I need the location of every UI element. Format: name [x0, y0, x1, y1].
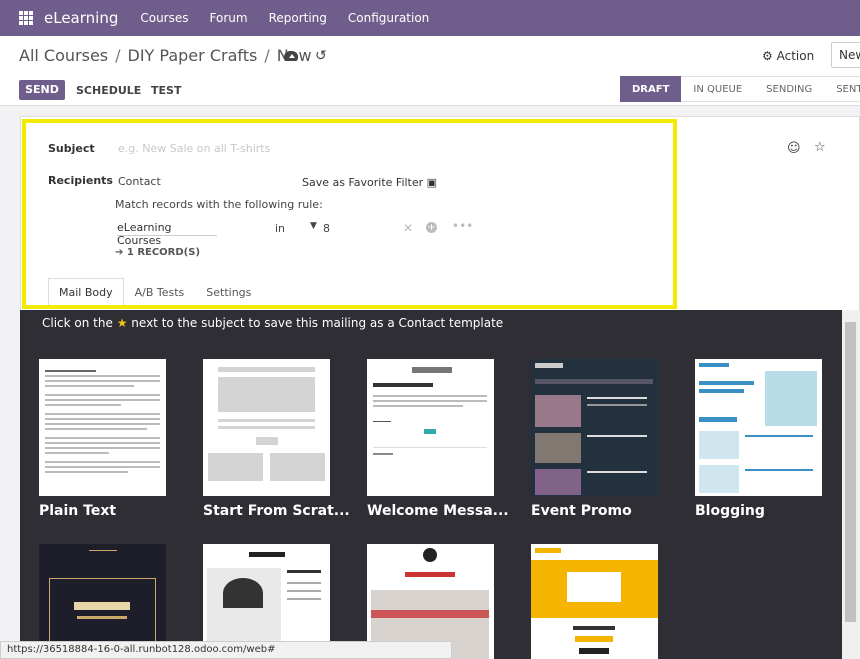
- template-event-promo[interactable]: [531, 359, 658, 496]
- hint-text-before: Click on the: [42, 316, 113, 330]
- template-plain-text[interactable]: [39, 359, 166, 496]
- hint-text-after: next to the subject to save this mailing…: [131, 316, 504, 330]
- template-welcome-message[interactable]: [367, 359, 494, 496]
- schedule-button[interactable]: SCHEDULE: [76, 84, 141, 97]
- gear-icon: ⚙: [762, 49, 773, 63]
- template-start-from-scratch[interactable]: [203, 359, 330, 496]
- breadcrumb-separator: /: [115, 46, 121, 65]
- scrollbar-thumb[interactable]: [845, 322, 856, 622]
- record-actions: ↺: [284, 49, 327, 63]
- template-name: Plain Text: [39, 503, 117, 519]
- template-name: Start From Scrat...: [203, 503, 350, 519]
- breadcrumb: All Courses / DIY Paper Crafts / New: [19, 46, 312, 65]
- template-hint: Click on the ★ next to the subject to sa…: [42, 316, 503, 330]
- test-button[interactable]: TEST: [151, 84, 181, 97]
- stage-draft[interactable]: DRAFT: [620, 76, 682, 102]
- template-sale[interactable]: [531, 544, 658, 659]
- stage-in-queue[interactable]: IN QUEUE: [681, 76, 755, 102]
- template-blogging[interactable]: [695, 359, 822, 496]
- template-gallery: Click on the ★ next to the subject to sa…: [20, 310, 842, 659]
- favorite-star-icon[interactable]: ☆: [814, 140, 826, 155]
- menu-reporting[interactable]: Reporting: [269, 11, 327, 25]
- action-menu-button[interactable]: ⚙ Action: [762, 49, 814, 63]
- browser-status-url: https://36518884-16-0-all.runbot128.odoo…: [0, 641, 452, 659]
- apps-grid-icon[interactable]: [19, 11, 33, 25]
- control-panel: All Courses / DIY Paper Crafts / New ↺ ⚙…: [0, 36, 860, 106]
- breadcrumb-course[interactable]: DIY Paper Crafts: [128, 46, 258, 65]
- template-name: Welcome Messa...: [367, 503, 509, 519]
- breadcrumb-separator: /: [264, 46, 270, 65]
- template-name: Blogging: [695, 503, 765, 519]
- discard-undo-icon[interactable]: ↺: [315, 49, 327, 63]
- menu-forum[interactable]: Forum: [210, 11, 248, 25]
- status-bar: DRAFT IN QUEUE SENDING SENT: [620, 76, 860, 102]
- menu-courses[interactable]: Courses: [140, 11, 188, 25]
- emoji-icon[interactable]: ☺: [787, 141, 801, 156]
- menu-configuration[interactable]: Configuration: [348, 11, 429, 25]
- top-navbar: eLearning Courses Forum Reporting Config…: [0, 0, 860, 36]
- new-button[interactable]: New: [831, 42, 860, 68]
- stage-sending[interactable]: SENDING: [754, 76, 825, 102]
- breadcrumb-all-courses[interactable]: All Courses: [19, 46, 108, 65]
- save-cloud-icon[interactable]: [284, 51, 298, 61]
- app-name[interactable]: eLearning: [44, 9, 118, 27]
- send-button[interactable]: SEND: [19, 80, 65, 100]
- highlight-box: [22, 119, 677, 309]
- action-label: Action: [776, 49, 815, 63]
- template-name: Event Promo: [531, 503, 632, 519]
- star-icon: ★: [116, 316, 128, 330]
- stage-sent[interactable]: SENT: [824, 76, 860, 102]
